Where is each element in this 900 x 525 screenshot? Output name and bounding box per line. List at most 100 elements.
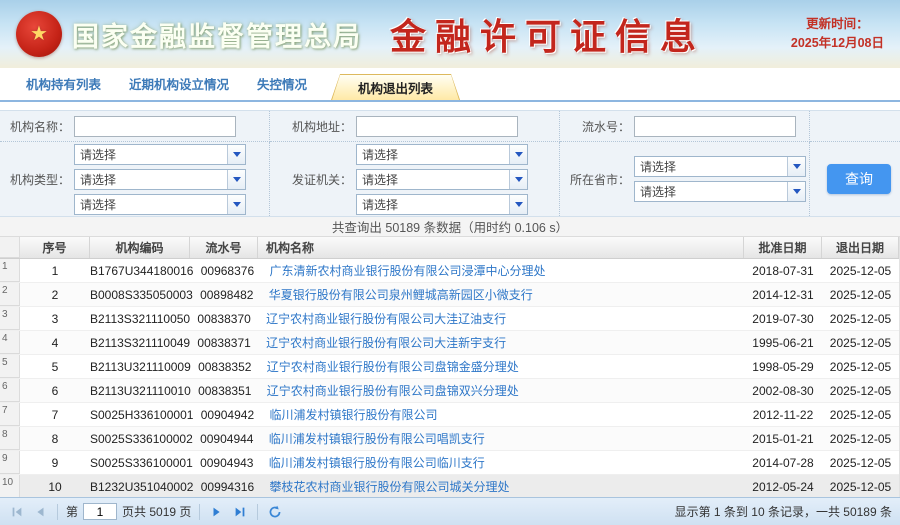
- chevron-down-icon[interactable]: [509, 195, 527, 214]
- serial-field-cell: 流水号：: [560, 111, 810, 142]
- record-range-status: 显示第 1 条到 10 条记录，一共 50189 条: [675, 503, 892, 520]
- tab-recent-establishment[interactable]: 近期机构设立情况: [115, 74, 243, 100]
- province-label: 所在省市：: [568, 171, 630, 188]
- table-row[interactable]: 99S0025S33610000100904943临川浦发村镇银行股份有限公司临…: [0, 451, 899, 475]
- cell-org-name[interactable]: 华夏银行股份有限公司泉州鲤城高新园区小微支行: [261, 283, 744, 306]
- cell-serial: 00994316: [193, 475, 261, 497]
- province-field-cell: 所在省市： 请选择 请选择: [560, 142, 810, 216]
- cell-seq: 6: [20, 379, 90, 402]
- col-header-name[interactable]: 机构名称: [258, 237, 744, 258]
- org-name-link[interactable]: 攀枝花农村商业银行股份有限公司城关分理处: [269, 478, 509, 495]
- col-header-approve-date[interactable]: 批准日期: [744, 237, 822, 258]
- col-header-exit-date[interactable]: 退出日期: [822, 237, 899, 258]
- table-row[interactable]: 55B2113U32111000900838352辽宁农村商业银行股份有限公司盘…: [0, 355, 899, 379]
- org-name-input[interactable]: [74, 116, 236, 137]
- table-row[interactable]: 22B0008S33505000300898482华夏银行股份有限公司泉州鲤城高…: [0, 283, 899, 307]
- col-header-code[interactable]: 机构编码: [90, 237, 190, 258]
- issuer-select-2[interactable]: 请选择: [356, 169, 528, 190]
- issuer-select-3[interactable]: 请选择: [356, 194, 528, 215]
- cell-seq: 5: [20, 355, 90, 378]
- org-addr-input[interactable]: [356, 116, 518, 137]
- page-title: 金融许可证信息: [390, 8, 705, 60]
- org-name-link[interactable]: 临川浦发村镇银行股份有限公司: [269, 406, 437, 423]
- row-number: 6: [0, 379, 20, 402]
- row-number: 5: [0, 355, 20, 378]
- table-row[interactable]: 33B2113S32111005000838370辽宁农村商业银行股份有限公司大…: [0, 307, 899, 331]
- next-page-icon[interactable]: [208, 503, 226, 521]
- chevron-down-icon[interactable]: [227, 145, 245, 164]
- org-addr-label: 机构地址：: [278, 118, 352, 135]
- table-row[interactable]: 11B1767U34418001600968376广东清新农村商业银行股份有限公…: [0, 259, 899, 283]
- chevron-down-icon[interactable]: [787, 182, 805, 201]
- org-name-link[interactable]: 华夏银行股份有限公司泉州鲤城高新园区小微支行: [269, 286, 533, 303]
- org-name-link[interactable]: 辽宁农村商业银行股份有限公司大洼新宇支行: [266, 334, 506, 351]
- chevron-down-icon[interactable]: [509, 145, 527, 164]
- serial-input[interactable]: [634, 116, 796, 137]
- col-header-serial[interactable]: 流水号: [190, 237, 258, 258]
- cell-exit-date: 2025-12-05: [822, 283, 899, 306]
- col-header-seq[interactable]: 序号: [20, 237, 90, 258]
- province-select[interactable]: 请选择: [634, 156, 806, 177]
- table-row[interactable]: 77S0025H33610000100904942临川浦发村镇银行股份有限公司2…: [0, 403, 899, 427]
- cell-org-code: B2113U321110010: [90, 379, 191, 402]
- city-select[interactable]: 请选择: [634, 181, 806, 202]
- page-prefix-label: 第: [66, 503, 78, 520]
- row-number: 10: [0, 475, 20, 497]
- org-type-select-3[interactable]: 请选择: [74, 194, 246, 215]
- cell-serial: 00838371: [190, 331, 258, 354]
- org-name-link[interactable]: 辽宁农村商业银行股份有限公司大洼辽油支行: [266, 310, 506, 327]
- cell-org-name[interactable]: 广东清新农村商业银行股份有限公司浸潭中心分理处: [261, 259, 744, 282]
- tab-bar: 机构持有列表 近期机构设立情况 失控情况 机构退出列表: [0, 68, 900, 102]
- chevron-down-icon[interactable]: [227, 170, 245, 189]
- chevron-down-icon[interactable]: [227, 195, 245, 214]
- table-row[interactable]: 66B2113U32111001000838351辽宁农村商业银行股份有限公司盘…: [0, 379, 899, 403]
- cell-org-code: S0025H336100001: [90, 403, 193, 426]
- chevron-down-icon[interactable]: [787, 157, 805, 176]
- row-number: 9: [0, 451, 20, 474]
- cell-org-name[interactable]: 攀枝花农村商业银行股份有限公司城关分理处: [261, 475, 744, 497]
- query-button[interactable]: 查询: [827, 164, 891, 194]
- cell-org-name[interactable]: 临川浦发村镇银行股份有限公司临川支行: [261, 451, 744, 474]
- cell-org-code: B2113S321110050: [90, 307, 190, 330]
- org-name-link[interactable]: 广东清新农村商业银行股份有限公司浸潭中心分理处: [269, 262, 545, 279]
- search-panel: 机构名称： 机构地址： 流水号： 机构类型： 请选择 请选择: [0, 110, 900, 217]
- org-name-link[interactable]: 临川浦发村镇银行股份有限公司唱凯支行: [269, 430, 485, 447]
- issuer-select-1[interactable]: 请选择: [356, 144, 528, 165]
- cell-org-name[interactable]: 临川浦发村镇银行股份有限公司: [261, 403, 744, 426]
- chevron-down-icon[interactable]: [509, 170, 527, 189]
- first-page-icon[interactable]: [8, 503, 26, 521]
- cell-approve-date: 2012-11-22: [744, 403, 822, 426]
- page-number-input[interactable]: [83, 503, 117, 520]
- org-type-label: 机构类型：: [8, 171, 70, 188]
- financial-license-page: ★ 国家金融监督管理总局 金融许可证信息 更新时间： 2025年12月08日 机…: [0, 0, 900, 525]
- cell-serial: 00968376: [193, 259, 261, 282]
- result-summary: 共查询出 50189 条数据（用时约 0.106 s）: [0, 217, 900, 237]
- refresh-icon[interactable]: [266, 503, 284, 521]
- org-type-field-cell: 机构类型： 请选择 请选择 请选择: [0, 142, 270, 216]
- org-type-select-1[interactable]: 请选择: [74, 144, 246, 165]
- table-row[interactable]: 44B2113S32111004900838371辽宁农村商业银行股份有限公司大…: [0, 331, 899, 355]
- cell-org-name[interactable]: 辽宁农村商业银行股份有限公司盘锦金盛分理处: [259, 355, 744, 378]
- org-type-select-2[interactable]: 请选择: [74, 169, 246, 190]
- cell-org-name[interactable]: 辽宁农村商业银行股份有限公司盘锦双兴分理处: [259, 379, 744, 402]
- org-addr-field-cell: 机构地址：: [270, 111, 560, 142]
- cell-seq: 9: [20, 451, 90, 474]
- org-name-link[interactable]: 辽宁农村商业银行股份有限公司盘锦双兴分理处: [267, 382, 519, 399]
- table-row[interactable]: 1010B1232U35104000200994316攀枝花农村商业银行股份有限…: [0, 475, 899, 497]
- tab-institution-holdings[interactable]: 机构持有列表: [12, 74, 115, 100]
- org-name-link[interactable]: 辽宁农村商业银行股份有限公司盘锦金盛分理处: [267, 358, 519, 375]
- tab-out-of-control[interactable]: 失控情况: [243, 74, 321, 100]
- table-row[interactable]: 88S0025S33610000200904944临川浦发村镇银行股份有限公司唱…: [0, 427, 899, 451]
- org-name-link[interactable]: 临川浦发村镇银行股份有限公司临川支行: [269, 454, 485, 471]
- cell-org-name[interactable]: 辽宁农村商业银行股份有限公司大洼新宇支行: [258, 331, 744, 354]
- tab-institution-exit-list[interactable]: 机构退出列表: [331, 74, 460, 100]
- page-suffix-label: 页共 5019 页: [122, 503, 191, 520]
- cell-serial: 00904942: [193, 403, 261, 426]
- last-page-icon[interactable]: [231, 503, 249, 521]
- cell-org-name[interactable]: 临川浦发村镇银行股份有限公司唱凯支行: [261, 427, 744, 450]
- prev-page-icon[interactable]: [31, 503, 49, 521]
- row-number: 3: [0, 307, 20, 330]
- cell-seq: 1: [20, 259, 90, 282]
- cell-org-code: B1767U344180016: [90, 259, 193, 282]
- cell-org-name[interactable]: 辽宁农村商业银行股份有限公司大洼辽油支行: [258, 307, 744, 330]
